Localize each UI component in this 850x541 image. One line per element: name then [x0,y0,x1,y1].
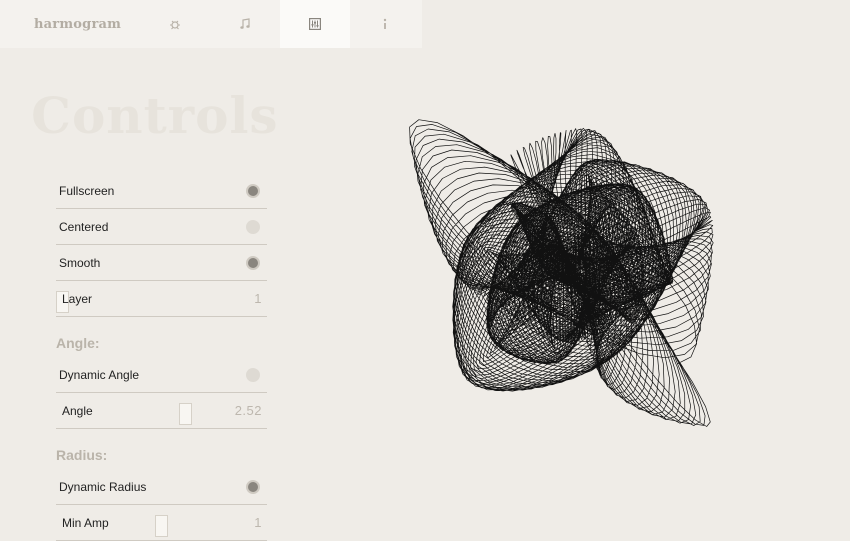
min-amp-value: 1 [254,515,262,530]
layer-slider[interactable]: Layer 1 [56,281,267,317]
fullscreen-toggle-row[interactable]: Fullscreen [56,173,267,209]
sliders-icon [309,18,321,30]
centered-toggle[interactable] [246,220,260,234]
tab-audio[interactable] [210,0,280,48]
music-note-icon [239,18,251,30]
radius-section-title: Radius: [56,447,108,463]
harmonograph-canvas[interactable] [392,95,762,440]
smooth-toggle[interactable] [246,256,260,270]
centered-toggle-row[interactable]: Centered [56,209,267,245]
dynamic-radius-toggle[interactable] [246,480,260,494]
tab-controls[interactable] [280,0,350,48]
layer-value: 1 [254,291,262,306]
fullscreen-toggle[interactable] [246,184,260,198]
harmonograph-curve [409,119,714,427]
smooth-label: Smooth [59,255,101,270]
layer-label: Layer [62,291,93,306]
fullscreen-label: Fullscreen [59,183,115,198]
min-amp-slider[interactable]: Min Amp 1 [56,505,267,541]
smooth-toggle-row[interactable]: Smooth [56,245,267,281]
centered-label: Centered [59,219,109,234]
dynamic-angle-toggle[interactable] [246,368,260,382]
bug-icon [169,18,181,30]
dynamic-angle-label: Dynamic Angle [59,367,140,382]
dynamic-angle-toggle-row[interactable]: Dynamic Angle [56,357,267,393]
min-amp-label: Min Amp [62,515,109,530]
dynamic-radius-toggle-row[interactable]: Dynamic Radius [56,469,267,505]
dynamic-radius-label: Dynamic Radius [59,479,147,494]
app-logo[interactable]: harmogram [0,0,140,48]
min-amp-slider-handle[interactable] [155,515,168,537]
top-nav-bar: harmogram [0,0,422,48]
angle-section-title: Angle: [56,335,100,351]
angle-value: 2.52 [234,403,262,418]
tab-debug[interactable] [140,0,210,48]
angle-label: Angle [62,403,93,418]
angle-slider-handle[interactable] [178,403,192,425]
tab-info[interactable] [350,0,420,48]
angle-slider[interactable]: Angle 2.52 [56,393,267,429]
page-title: sControls [31,86,279,145]
controls-panel: Fullscreen Centered Smooth Layer 1 Angle… [56,173,267,541]
info-icon [379,18,391,30]
